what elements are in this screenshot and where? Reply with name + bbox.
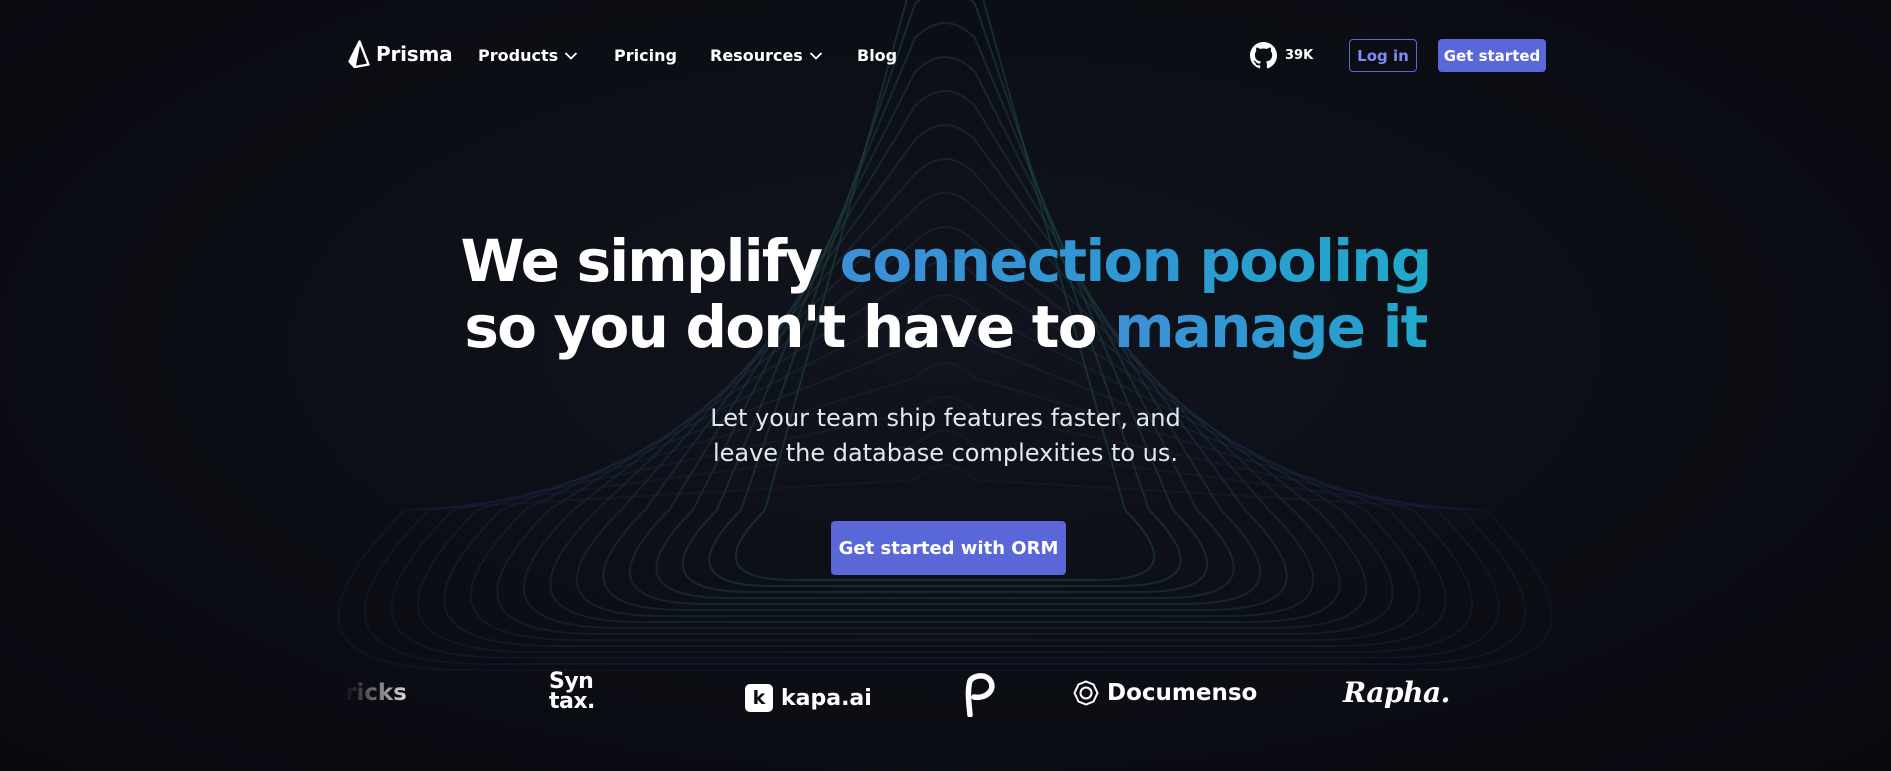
prisma-logo-icon <box>348 40 370 68</box>
customer-logo-strip: ricks Syn tax. k kapa.ai Documenso Rapha… <box>340 660 1550 730</box>
brand-name: Prisma <box>376 42 453 66</box>
nav-pricing-label: Pricing <box>614 46 677 65</box>
customer-logo-kapa-text: kapa.ai <box>781 685 872 711</box>
hero-heading: We simplify connection pooling so you do… <box>0 228 1891 360</box>
customer-logo-rapha-text: Rapha. <box>1343 676 1450 709</box>
hero-heading-line2-highlight: manage it <box>1114 293 1428 361</box>
login-button[interactable]: Log in <box>1349 39 1417 72</box>
customer-logo-syntax: Syn tax. <box>549 671 595 714</box>
hero-subtitle-line2: leave the database complexities to us. <box>712 439 1179 467</box>
nav-pricing[interactable]: Pricing <box>614 46 677 65</box>
top-navigation: Prisma Products Pricing Resources Blog 3… <box>0 0 1891 112</box>
nav-products-label: Products <box>478 46 559 65</box>
customer-logo-documenso: Documenso <box>1073 680 1257 706</box>
hero-heading-line1-highlight: connection pooling <box>839 227 1433 295</box>
github-stars-link[interactable]: 39K <box>1250 42 1313 69</box>
background-ring <box>443 328 1447 647</box>
customer-logo-pitch <box>961 673 997 717</box>
documenso-logo-icon <box>1073 680 1099 706</box>
get-started-with-orm-button[interactable]: Get started with ORM <box>831 521 1066 575</box>
customer-logo-syntax-line2: tax. <box>549 689 595 714</box>
nav-products[interactable]: Products <box>478 46 578 65</box>
nav-resources-label: Resources <box>710 46 803 65</box>
background-pattern <box>337 0 1553 671</box>
chevron-down-icon <box>809 51 822 60</box>
customer-logo-kapa: k kapa.ai <box>745 684 872 712</box>
page: Prisma Products Pricing Resources Blog 3… <box>0 0 1891 771</box>
pitch-logo-icon <box>965 673 995 717</box>
hero-heading-line2: so you don't have to manage it <box>464 293 1428 361</box>
customer-logo-rapha: Rapha. <box>1343 676 1450 709</box>
hero-heading-line1: We simplify connection pooling <box>460 227 1433 295</box>
customer-logo-ricks-text: ricks <box>345 680 407 706</box>
nav-resources[interactable]: Resources <box>710 46 823 65</box>
get-started-button[interactable]: Get started <box>1438 39 1546 72</box>
nav-blog[interactable]: Blog <box>857 46 897 65</box>
nav-blog-label: Blog <box>857 46 898 65</box>
customer-logo-documenso-text: Documenso <box>1107 680 1258 706</box>
prisma-logo-link[interactable]: Prisma <box>348 40 453 68</box>
kapa-badge-icon: k <box>745 684 773 712</box>
github-star-count: 39K <box>1285 48 1314 63</box>
customer-logo-ricks: ricks <box>345 680 407 706</box>
chevron-down-icon <box>564 51 578 60</box>
hero-heading-line2-plain: so you don't have to <box>464 293 1115 361</box>
hero-subtitle-line1: Let your team ship features faster, and <box>710 404 1181 432</box>
github-icon <box>1250 42 1277 69</box>
hero-subtitle: Let your team ship features faster, and … <box>0 401 1891 471</box>
hero-heading-line1-plain: We simplify <box>460 227 840 295</box>
